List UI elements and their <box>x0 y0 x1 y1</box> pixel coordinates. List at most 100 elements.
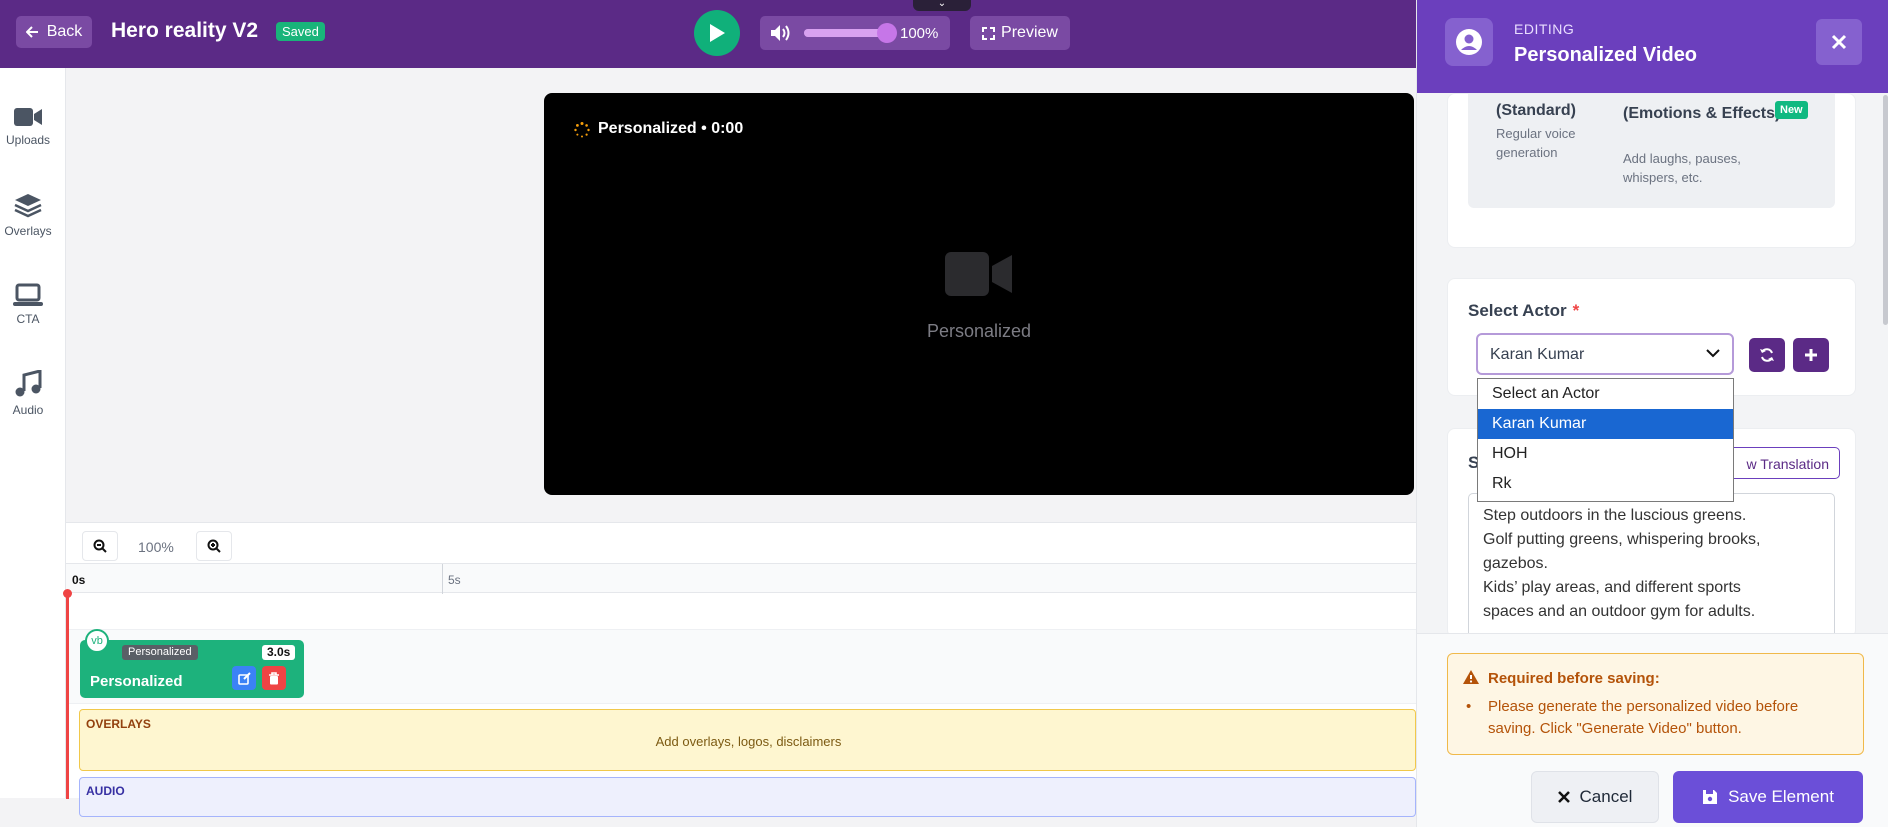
sidebar-item-label: Audio <box>12 403 44 417</box>
zoom-out-button[interactable] <box>82 531 118 561</box>
cancel-button[interactable]: Cancel <box>1531 771 1659 823</box>
script-line: Step outdoors in the luscious greens. <box>1483 507 1747 524</box>
actor-option[interactable]: Rk <box>1478 469 1733 499</box>
script-line: spaces and an outdoor gym for adults. <box>1483 603 1756 620</box>
script-textarea[interactable]: Step outdoors in the luscious greens. Go… <box>1468 493 1835 643</box>
save-element-button[interactable]: Save Element <box>1673 771 1863 823</box>
laptop-icon <box>13 283 43 306</box>
video-status-label: Personalized • 0:00 <box>598 120 744 137</box>
panel-header: EDITING Personalized Video <box>1417 0 1888 93</box>
zoom-percent: 100% <box>138 539 174 555</box>
volume-slider-fill <box>804 29 888 37</box>
view-translation-label: w Translation <box>1746 456 1829 472</box>
back-button[interactable]: Back <box>16 16 92 48</box>
chevron-down-icon <box>1706 349 1720 358</box>
clip-tag: Personalized <box>122 645 198 660</box>
required-warning: Required before saving: • Please generat… <box>1447 653 1864 755</box>
required-mark: * <box>1572 301 1580 320</box>
audio-track[interactable]: AUDIO <box>79 777 1416 817</box>
close-panel-button[interactable] <box>1816 19 1862 65</box>
audio-track-title: AUDIO <box>86 784 125 798</box>
voice-option-standard-desc: Regular voice generation <box>1496 126 1576 160</box>
project-title: Hero reality V2 <box>111 19 259 42</box>
edit-icon <box>237 671 251 685</box>
overlays-track[interactable]: OVERLAYS Add overlays, logos, disclaimer… <box>79 709 1416 771</box>
zoom-in-button[interactable] <box>196 531 232 561</box>
video-camera-icon <box>14 108 42 126</box>
bullet: • <box>1466 698 1472 715</box>
panel-header-title: Personalized Video <box>1514 44 1698 66</box>
playhead-knob[interactable] <box>63 589 72 598</box>
ruler-label-0s: 0s <box>72 573 86 587</box>
delete-clip-button[interactable] <box>262 666 286 690</box>
timeline-clip-personalized[interactable]: vb Personalized 3.0s Personalized <box>80 629 304 698</box>
volume-slider-track[interactable] <box>804 29 888 37</box>
actor-option[interactable]: HOH <box>1478 439 1733 469</box>
script-line: Golf putting greens, whispering brooks, <box>1483 531 1761 548</box>
panel-footer: Required before saving: • Please generat… <box>1417 633 1888 827</box>
preview-button[interactable]: Preview <box>970 16 1070 50</box>
voice-option-emotions-desc: Add laughs, pauses, whispers, etc. <box>1623 151 1741 185</box>
actor-dropdown-list: Select an Actor Karan Kumar HOH Rk <box>1477 378 1734 502</box>
sidebar-item-label: Overlays <box>4 224 52 238</box>
left-sidebar: Uploads Overlays CTA Audio <box>0 68 66 798</box>
refresh-icon <box>1760 348 1774 362</box>
saved-badge: Saved <box>276 22 325 41</box>
arrow-left-icon <box>25 26 38 38</box>
script-line: gazebos. <box>1483 555 1548 572</box>
edit-clip-button[interactable] <box>232 666 256 690</box>
zoom-out-icon <box>93 539 107 553</box>
sidebar-item-label: Uploads <box>5 133 51 147</box>
zoom-in-icon <box>207 539 221 553</box>
new-badge: New <box>1775 101 1808 119</box>
actor-select[interactable]: Karan Kumar <box>1476 333 1734 375</box>
clip-handle[interactable]: vb <box>85 629 109 653</box>
play-icon <box>710 24 725 42</box>
preview-label: Preview <box>1001 24 1058 41</box>
ruler-mark <box>442 564 443 594</box>
play-button[interactable] <box>694 10 740 56</box>
close-icon <box>1831 34 1847 50</box>
video-placeholder-label: Personalized <box>926 321 1032 341</box>
layers-icon <box>14 194 42 218</box>
actor-label: Select Actor * <box>1468 301 1580 320</box>
refresh-actors-button[interactable] <box>1749 338 1785 372</box>
playhead[interactable] <box>63 589 72 799</box>
clip-duration: 3.0s <box>262 645 296 660</box>
add-actor-button[interactable] <box>1793 338 1829 372</box>
sidebar-item-overlays[interactable]: Overlays <box>0 193 56 238</box>
volume-percent: 100% <box>900 25 939 42</box>
top-bar: Back Hero reality V2 Saved ⌄ 100% Previe… <box>0 0 1416 68</box>
plus-icon <box>1805 349 1817 361</box>
cancel-label: Cancel <box>1579 787 1633 806</box>
timeline-spacer-row <box>66 594 1416 630</box>
collapse-handle[interactable]: ⌄ <box>913 0 971 11</box>
overlays-track-hint: Add overlays, logos, disclaimers <box>655 734 842 749</box>
ruler-label-5s: 5s <box>448 573 461 587</box>
user-circle-icon <box>1445 18 1493 66</box>
timeline: 100% 0s 5s vb Personalized 3.0s Personal… <box>63 522 1416 817</box>
floppy-disk-icon <box>1703 790 1718 804</box>
music-note-icon <box>15 370 42 397</box>
video-preview[interactable]: Personalized • 0:00 Personalized <box>544 93 1414 495</box>
volume-slider-thumb[interactable] <box>877 23 897 43</box>
volume-icon[interactable] <box>770 24 792 42</box>
save-element-label: Save Element <box>1728 787 1834 806</box>
actor-option-selected[interactable]: Karan Kumar <box>1478 409 1733 439</box>
volume-control: 100% <box>760 16 950 50</box>
overlays-track-title: OVERLAYS <box>86 717 151 731</box>
actor-option[interactable]: Select an Actor <box>1478 379 1733 409</box>
panel-scrollbar[interactable] <box>1883 95 1888 325</box>
fullscreen-icon <box>982 26 996 40</box>
sidebar-item-audio[interactable]: Audio <box>0 370 56 417</box>
clip-title: Personalized <box>90 673 183 690</box>
warning-title: Required before saving: <box>1488 670 1660 687</box>
timeline-ruler[interactable]: 0s 5s <box>66 563 1416 594</box>
script-line: Kids’ play areas, and different sports <box>1483 579 1741 596</box>
timeline-toolbar: 100% <box>66 523 1416 563</box>
sidebar-item-cta[interactable]: CTA <box>0 283 56 326</box>
warning-item: Please generate the personalized video b… <box>1488 698 1799 737</box>
loading-spinner-icon <box>574 122 590 138</box>
sidebar-item-uploads[interactable]: Uploads <box>0 106 56 147</box>
voice-option-standard-title[interactable]: (Standard) <box>1496 102 1576 120</box>
